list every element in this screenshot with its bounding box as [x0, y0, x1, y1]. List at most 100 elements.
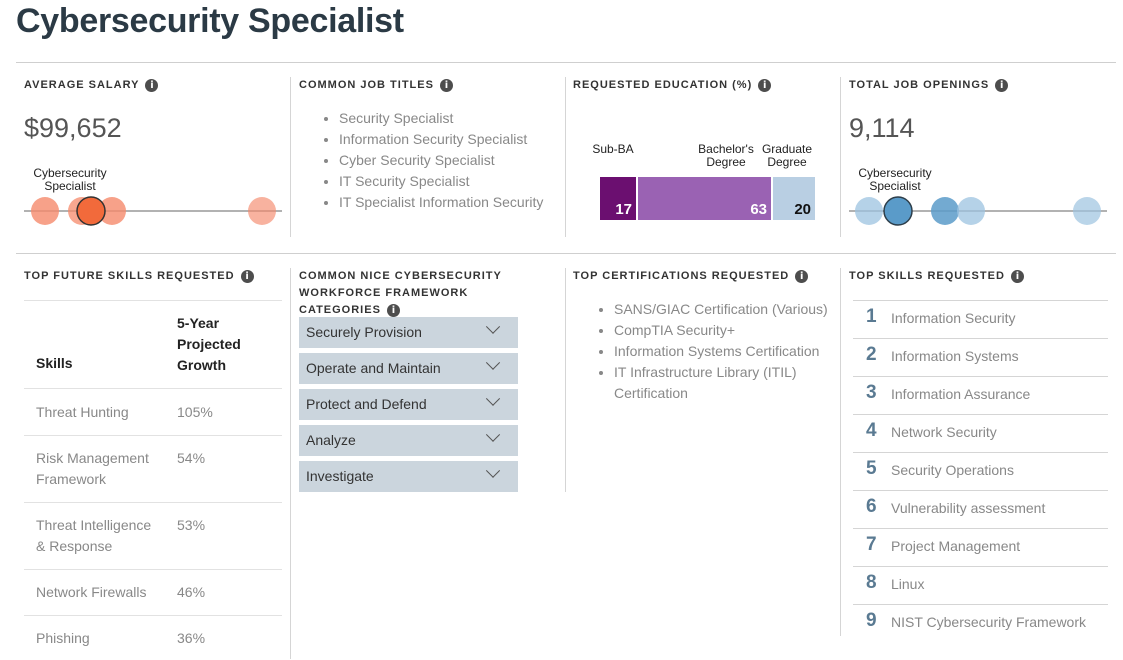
accordion-operate-maintain[interactable]: Operate and Maintain	[299, 353, 518, 384]
skill-label: Information Systems	[891, 348, 1019, 364]
table-row: Threat Intelligence & Response 53%	[24, 502, 282, 570]
accordion-protect-defend[interactable]: Protect and Defend	[299, 389, 518, 420]
skill-name: Network Firewalls	[36, 584, 147, 600]
list-item: 1 Information Security	[853, 300, 1108, 339]
info-icon[interactable]: i	[1010, 269, 1024, 283]
accordion-label: Operate and Maintain	[306, 360, 441, 376]
list-item: Information Security Specialist	[339, 129, 543, 150]
edu-label-bachelor: Bachelor's Degree	[698, 142, 754, 169]
skill-label: NIST Cybersecurity Framework	[891, 614, 1087, 630]
skill-label: Linux	[891, 576, 925, 592]
accordion-label: Securely Provision	[306, 324, 422, 340]
salary-dot	[248, 197, 276, 225]
info-icon[interactable]: i	[240, 269, 254, 283]
chevron-down-icon	[485, 391, 501, 406]
list-item: 3 Information Assurance	[853, 376, 1108, 415]
openings-dot	[931, 197, 959, 225]
salary-dot	[31, 197, 59, 225]
skill-label: Vulnerability assessment	[891, 500, 1046, 516]
divider	[565, 268, 566, 492]
chevron-down-icon	[485, 427, 501, 442]
edu-label-graduate: Graduate Degree	[761, 142, 813, 169]
list-item: 6 Vulnerability assessment	[853, 490, 1108, 529]
skill-name: Threat Hunting	[36, 404, 129, 420]
page-title: Cybersecurity Specialist	[16, 2, 404, 40]
openings-dot	[855, 197, 883, 225]
list-item: 7 Project Management	[853, 528, 1108, 567]
edu-bar-graduate: 20	[773, 177, 815, 220]
list-item: 4 Network Security	[853, 414, 1108, 453]
edu-value-subba: 17	[615, 201, 632, 218]
list-item: SANS/GIAC Certification (Various)	[614, 299, 839, 320]
skill-rank: 9	[866, 610, 877, 631]
openings-dot	[957, 197, 985, 225]
average-salary-value: $99,652	[24, 113, 122, 143]
list-item: IT Specialist Information Security	[339, 192, 543, 213]
divider	[290, 77, 291, 237]
info-icon[interactable]: i	[795, 269, 809, 283]
list-item: 2 Information Systems	[853, 338, 1108, 377]
skill-label: Security Operations	[891, 462, 1014, 478]
table-row: Network Firewalls 46%	[24, 569, 282, 616]
col-skills-header: Skills	[36, 355, 73, 371]
divider	[16, 62, 1116, 63]
list-item: IT Security Specialist	[339, 171, 543, 192]
skill-rank: 4	[866, 420, 877, 441]
accordion-securely-provision[interactable]: Securely Provision	[299, 317, 518, 348]
job-openings-heading: TOTAL JOB OPENINGS i	[849, 77, 1009, 94]
future-skills-heading: TOP FUTURE SKILLS REQUESTED i	[24, 268, 254, 285]
info-icon[interactable]: i	[995, 78, 1009, 92]
divider	[840, 268, 841, 636]
skill-name: Risk Management Framework	[36, 450, 149, 487]
chevron-down-icon	[485, 355, 501, 370]
accordion-analyze[interactable]: Analyze	[299, 425, 518, 456]
skill-growth: 54%	[177, 450, 206, 466]
table-row: Threat Hunting 105%	[24, 388, 282, 436]
list-item: CompTIA Security+	[614, 320, 839, 341]
skill-rank: 5	[866, 458, 877, 479]
skill-name: Threat Intelligence & Response	[36, 517, 152, 554]
certifications-heading: TOP CERTIFICATIONS REQUESTED i	[573, 268, 809, 285]
skill-label: Information Security	[891, 310, 1016, 326]
list-item: 5 Security Operations	[853, 452, 1108, 491]
table-row: Phishing 36%	[24, 615, 282, 660]
accordion-label: Analyze	[306, 432, 356, 448]
job-titles-list: Security Specialist Information Security…	[323, 108, 543, 213]
average-salary-heading: AVERAGE SALARY i	[24, 77, 159, 94]
info-icon[interactable]: i	[145, 78, 159, 92]
list-item: 8 Linux	[853, 566, 1108, 605]
job-titles-heading: COMMON JOB TITLES i	[299, 77, 453, 94]
accordion-investigate[interactable]: Investigate	[299, 461, 518, 492]
salary-distribution-plot	[24, 196, 282, 226]
chevron-down-icon	[485, 319, 501, 334]
salary-highlight-dot	[76, 196, 106, 226]
skill-rank: 6	[866, 496, 877, 517]
job-openings-value: 9,114	[849, 113, 915, 143]
divider	[565, 77, 566, 237]
skill-name: Phishing	[36, 630, 90, 646]
edu-value-bachelor: 63	[750, 201, 767, 218]
skill-rank: 2	[866, 344, 877, 365]
col-growth-header: 5-Year Projected Growth	[177, 315, 241, 373]
skill-rank: 8	[866, 572, 877, 593]
edu-value-graduate: 20	[794, 201, 811, 218]
divider	[840, 77, 841, 237]
skill-label: Project Management	[891, 538, 1021, 554]
certifications-list: SANS/GIAC Certification (Various) CompTI…	[598, 299, 839, 404]
info-icon[interactable]: i	[386, 303, 400, 317]
list-item: Information Systems Certification	[614, 341, 839, 362]
edu-label-subba: Sub-BA	[592, 142, 634, 156]
chevron-down-icon	[485, 463, 501, 478]
divider	[290, 268, 291, 659]
info-icon[interactable]: i	[758, 78, 772, 92]
nice-framework-heading: COMMON NICE CYBERSECURITY WORKFORCE FRAM…	[299, 270, 502, 317]
accordion-label: Protect and Defend	[306, 396, 427, 412]
list-item: Security Specialist	[339, 108, 543, 129]
accordion-label: Investigate	[306, 468, 374, 484]
openings-dot	[1073, 197, 1101, 225]
info-icon[interactable]: i	[439, 78, 453, 92]
edu-bar-subba: 17	[600, 177, 636, 220]
list-item: 9 NIST Cybersecurity Framework	[853, 604, 1108, 643]
skill-rank: 3	[866, 382, 877, 403]
skill-growth: 46%	[177, 584, 206, 600]
